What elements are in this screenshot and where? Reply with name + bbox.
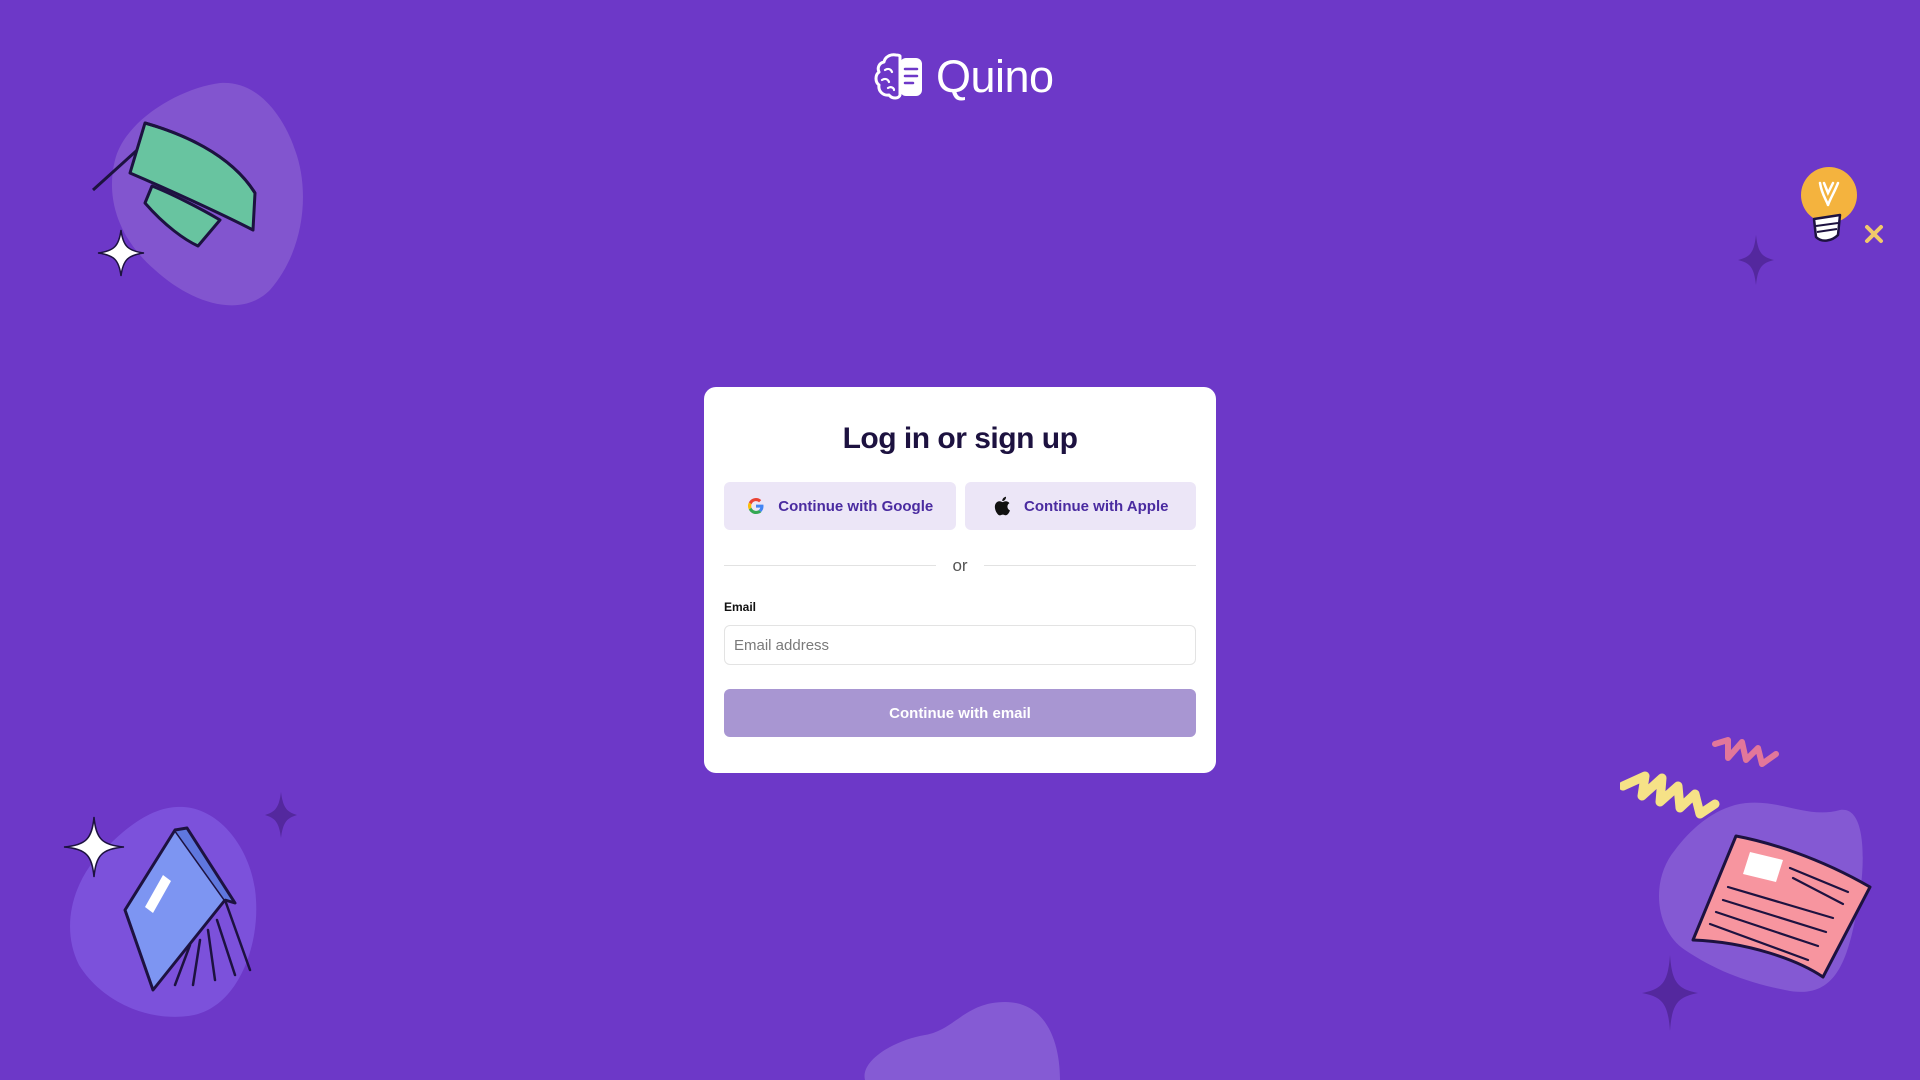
brain-document-icon [874, 53, 922, 100]
brand-name: Quino [936, 50, 1054, 102]
google-button-label: Continue with Google [778, 497, 934, 515]
paper-document-icon [1691, 834, 1872, 979]
apple-button-label: Continue with Apple [1024, 497, 1169, 515]
or-divider: or [724, 555, 1196, 575]
apple-icon [992, 496, 1012, 516]
social-login-row: Continue with Google Continue with Apple [724, 482, 1196, 530]
login-card: Log in or sign up Continue with Google C… [704, 387, 1216, 773]
squiggle-icon [1620, 771, 1720, 819]
sparkle-icon [97, 229, 145, 277]
brand-logo[interactable]: Quino [874, 48, 1054, 104]
continue-with-apple-button[interactable]: Continue with Apple [964, 482, 1196, 530]
page-title: Log in or sign up [842, 422, 1078, 455]
divider-or-text: or [952, 555, 968, 575]
continue-with-email-button[interactable]: Continue with email [724, 689, 1196, 737]
email-label: Email [724, 600, 757, 614]
continue-with-google-button[interactable]: Continue with Google [724, 482, 956, 530]
lightbulb-icon [1801, 167, 1857, 242]
book-icon [123, 826, 252, 992]
sparkle-icon [265, 792, 297, 838]
close-x-decoration [1865, 225, 1883, 243]
divider-line [724, 564, 937, 566]
sparkle-icon [1642, 955, 1698, 1031]
google-icon [746, 496, 766, 516]
blob-bottom-center [864, 1002, 1060, 1080]
squiggle-icon [1712, 737, 1779, 767]
sparkle-icon [1738, 235, 1774, 285]
divider-line [983, 564, 1196, 566]
email-field[interactable] [724, 625, 1196, 665]
